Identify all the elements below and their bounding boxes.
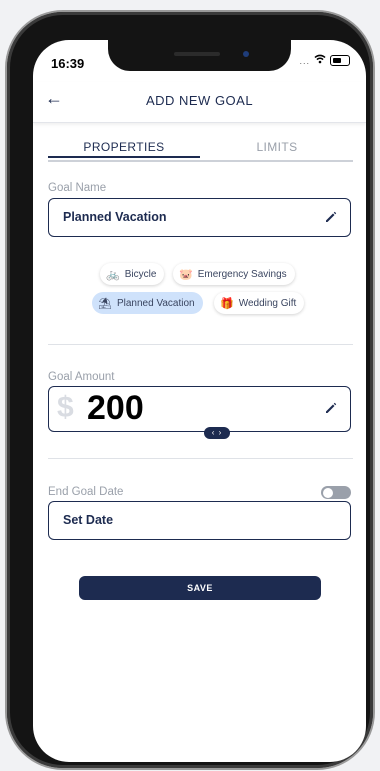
chip-label: Bicycle xyxy=(124,268,157,280)
goal-amount-value: 200 xyxy=(87,389,144,427)
goal-amount-field[interactable]: $ 200 ‹ › xyxy=(48,386,351,439)
pencil-icon[interactable] xyxy=(324,401,338,415)
speaker xyxy=(174,52,220,56)
camera xyxy=(243,51,249,57)
notch xyxy=(108,40,291,71)
bicycle-icon: 🚲 xyxy=(106,268,120,281)
save-button[interactable]: SAVE xyxy=(79,576,321,600)
chip-bicycle[interactable]: 🚲 Bicycle xyxy=(100,263,165,285)
beach-umbrella-icon: ⛱ xyxy=(98,297,112,310)
chip-wedding-gift[interactable]: 🎁 Wedding Gift xyxy=(214,292,305,314)
currency-symbol: $ xyxy=(57,391,74,424)
app-header: ← ADD NEW GOAL xyxy=(33,82,366,123)
wifi-icon xyxy=(314,54,326,67)
more-dots: ... xyxy=(299,55,310,66)
chip-planned-vacation[interactable]: ⛱ Planned Vacation xyxy=(92,292,203,314)
toggle-knob xyxy=(322,487,333,498)
page-title: ADD NEW GOAL xyxy=(145,93,254,108)
chip-label: Planned Vacation xyxy=(116,297,195,309)
set-date-value: Set Date xyxy=(63,513,114,527)
goal-name-value: Planned Vacation xyxy=(63,210,167,224)
piggy-bank-icon: 🐷 xyxy=(179,268,193,281)
end-goal-date-field[interactable]: Set Date xyxy=(48,501,351,540)
app-screen: 16:39 ... ← ADD NEW GOAL PROPERTIES LIMI… xyxy=(33,40,366,762)
goal-amount-label: Goal Amount xyxy=(48,371,115,383)
status-icons: ... xyxy=(299,54,350,67)
tab-bar: PROPERTIES LIMITS xyxy=(48,140,353,162)
pencil-icon[interactable] xyxy=(324,210,338,224)
tab-properties[interactable]: PROPERTIES xyxy=(48,140,200,158)
goal-name-label: Goal Name xyxy=(48,182,107,194)
tab-limits[interactable]: LIMITS xyxy=(201,140,353,154)
chip-emergency-savings[interactable]: 🐷 Emergency Savings xyxy=(173,263,295,285)
chip-label: Emergency Savings xyxy=(197,268,287,280)
divider xyxy=(48,344,353,345)
amount-slider-handle[interactable]: ‹ › xyxy=(204,427,230,439)
divider xyxy=(48,458,353,459)
phone-frame: 16:39 ... ← ADD NEW GOAL PROPERTIES LIMI… xyxy=(7,12,373,768)
gift-icon: 🎁 xyxy=(220,297,234,310)
battery-icon xyxy=(330,55,350,66)
end-goal-date-label: End Goal Date xyxy=(48,486,124,498)
status-time: 16:39 xyxy=(51,56,85,71)
end-goal-date-toggle[interactable] xyxy=(321,486,351,499)
chip-label: Wedding Gift xyxy=(238,297,297,309)
goal-name-field[interactable]: Planned Vacation xyxy=(48,198,351,237)
